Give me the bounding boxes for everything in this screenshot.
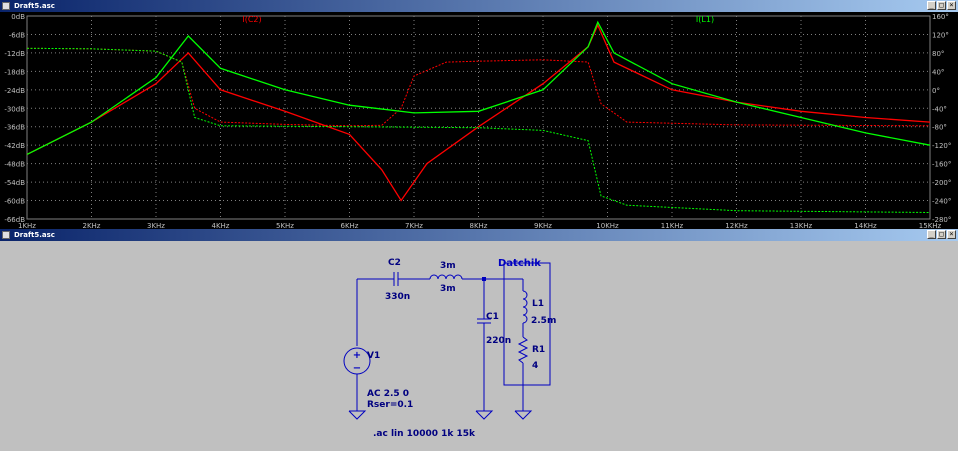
x-tick-label: 7KHz — [405, 222, 423, 229]
plot-window-title: Draft5.asc — [14, 2, 55, 10]
y-right-tick-label: -80° — [932, 124, 947, 132]
y-right-tick-label: -120° — [932, 142, 951, 150]
close-button[interactable]: × — [947, 1, 956, 10]
datchik-label: Datchik — [498, 258, 541, 269]
series-legend-label: I(L1) — [696, 15, 714, 24]
bode-plot[interactable]: 1KHz 2KHz 3KHz 4KHz 5KHz 6KHz 7KHz 8KHz 9KHz 10KH… — [0, 12, 958, 229]
v1-value: AC 2.5 0 — [367, 389, 409, 399]
x-tick-label: 9KHz — [534, 222, 552, 229]
x-tick-label: 6KHz — [341, 222, 359, 229]
y-left-tick-label: -48dB — [4, 161, 25, 169]
y-right-tick-label: 0° — [932, 87, 940, 95]
schematic-window: Draft5.asc _ □ × + − Datchik C2 330n 3m … — [0, 229, 958, 451]
inductor-value-bottom: 3m — [440, 284, 456, 294]
ground-c1 — [475, 410, 494, 420]
y-left-tick-label: -66dB — [4, 216, 25, 224]
minimize-button[interactable]: _ — [927, 1, 936, 10]
inductor-value-top: 3m — [440, 261, 456, 271]
y-right-tick-label: 40° — [932, 68, 944, 76]
y-left-tick-label: -30dB — [4, 105, 25, 113]
x-tick-label: 13KHz — [790, 222, 813, 229]
schematic-window-titlebar[interactable]: Draft5.asc _ □ × — [0, 229, 958, 241]
y-right-tick-label: 160° — [932, 13, 949, 21]
x-tick-label: 4KHz — [212, 222, 230, 229]
series-phase-line — [26, 47, 931, 127]
c1-name: C1 — [486, 312, 499, 322]
c1-value: 220n — [486, 336, 511, 346]
x-tick-label: 3KHz — [147, 222, 165, 229]
l1-coil — [522, 290, 528, 324]
v1-minus-icon: − — [353, 363, 361, 374]
restore-button[interactable]: □ — [937, 1, 946, 10]
y-right-tick-label: -240° — [932, 198, 951, 206]
y-left-tick-label: -6dB — [9, 31, 25, 39]
ac-directive[interactable]: .ac lin 10000 1k 15k — [373, 429, 476, 439]
x-tick-label: 12KHz — [725, 222, 748, 229]
x-tick-label: 11KHz — [661, 222, 684, 229]
x-tick-label: 14KHz — [854, 222, 877, 229]
y-right-tick-label: -280° — [932, 216, 951, 224]
c2-name: C2 — [388, 258, 401, 268]
schematic-icon — [2, 231, 10, 239]
schematic-close-button[interactable]: × — [947, 230, 956, 239]
schematic-restore-button[interactable]: □ — [937, 230, 946, 239]
y-right-tick-label: 120° — [932, 31, 949, 39]
y-right-tick-label: -40° — [932, 105, 947, 113]
y-right-tick-label: 80° — [932, 50, 944, 58]
v1-rser: Rser=0.1 — [367, 400, 413, 410]
y-left-tick-label: -24dB — [4, 87, 25, 95]
r1-zigzag — [517, 336, 529, 364]
plot-window-titlebar[interactable]: Draft5.asc _ □ × — [0, 0, 958, 12]
r1-name: R1 — [532, 345, 545, 355]
schematic-minimize-button[interactable]: _ — [927, 230, 936, 239]
y-left-tick-label: 0dB — [11, 13, 25, 21]
junction-dot — [482, 277, 486, 281]
x-tick-label: 2KHz — [83, 222, 101, 229]
series-legend-label: I(C2) — [242, 15, 261, 24]
x-tick-label: 10KHz — [596, 222, 619, 229]
y-left-tick-label: -36dB — [4, 124, 25, 132]
schematic-canvas[interactable]: + − Datchik C2 330n 3m 3m C1 220n L1 2.5… — [0, 241, 958, 451]
x-tick-label: 5KHz — [276, 222, 294, 229]
y-left-tick-label: -18dB — [4, 68, 25, 76]
y-left-tick-label: -42dB — [4, 142, 25, 150]
r1-value: 4 — [532, 361, 538, 371]
ground-v1 — [348, 410, 367, 420]
v1-plus-icon: + — [353, 350, 361, 361]
inductor-coil — [429, 274, 463, 280]
v1-name: V1 — [367, 351, 380, 361]
y-left-tick-label: -60dB — [4, 198, 25, 206]
y-right-tick-label: -200° — [932, 179, 951, 187]
y-right-tick-label: -160° — [932, 161, 951, 169]
ground-r1 — [514, 410, 533, 420]
y-left-tick-label: -12dB — [4, 50, 25, 58]
l1-value: 2.5m — [531, 316, 556, 326]
x-tick-label: 8KHz — [470, 222, 488, 229]
ltspice-icon — [2, 2, 10, 10]
c2-value: 330n — [385, 292, 410, 302]
plot-window: Draft5.asc _ □ × 1KHz 2KHz 3KHz 4KHz 5KHz 6KH… — [0, 0, 958, 229]
schematic-window-title: Draft5.asc — [14, 231, 55, 239]
l1-name: L1 — [532, 299, 544, 309]
y-left-tick-label: -54dB — [4, 179, 25, 187]
